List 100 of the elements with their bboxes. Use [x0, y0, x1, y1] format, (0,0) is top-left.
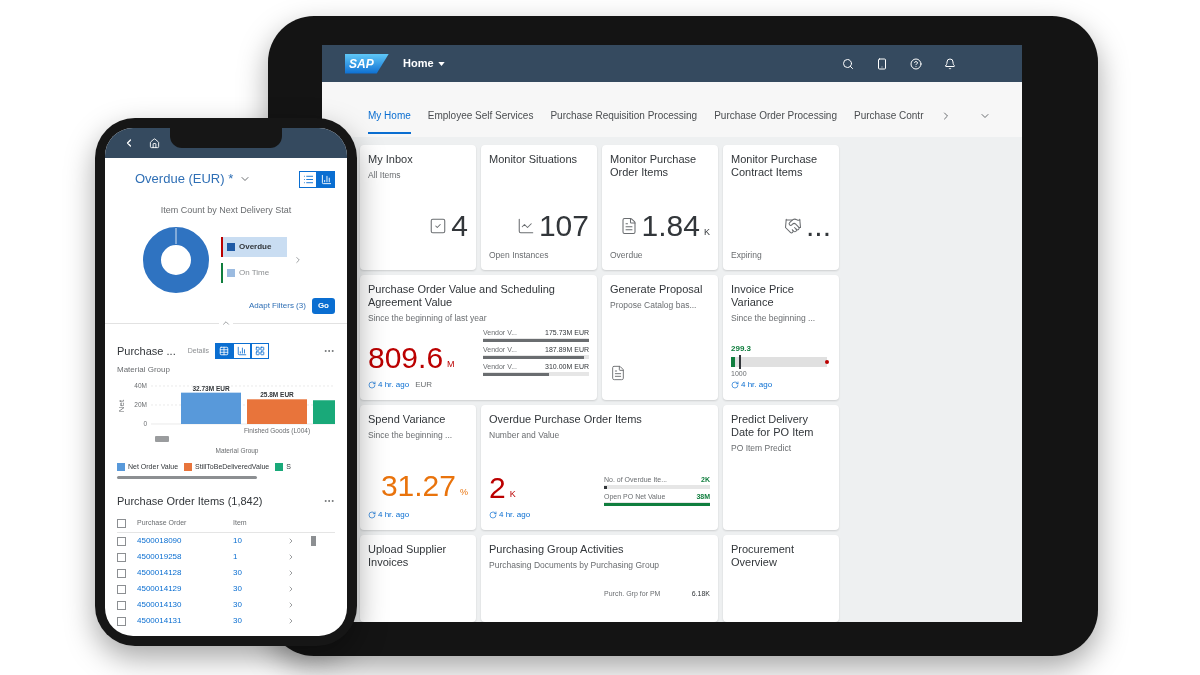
tab[interactable]: Employee Self Services [427, 104, 534, 134]
grid-icon [255, 346, 266, 356]
adapt-filters-link[interactable]: Adapt Filters (3) [249, 300, 306, 312]
help-icon[interactable] [910, 57, 922, 70]
legend-item[interactable]: Overdue [221, 237, 287, 257]
checkbox[interactable] [117, 616, 126, 626]
tile-title: Procurement Overview [731, 543, 795, 569]
tile-footer: Open Instances [489, 249, 549, 261]
tile[interactable]: Upload Supplier Invoices [360, 535, 476, 622]
tile[interactable]: Procurement Overview [723, 535, 839, 622]
purchase-order-link[interactable]: 4500014129 [137, 583, 233, 595]
checkbox[interactable] [117, 519, 126, 528]
tile-subtitle: Since the beginning ... [731, 313, 817, 324]
table-cell-text: 30 [233, 567, 243, 579]
checkbox[interactable] [117, 600, 126, 610]
tile[interactable]: Predict Delivery Date for PO Item PO Item Predict [723, 405, 839, 530]
view-toggle[interactable] [251, 343, 270, 359]
chevron-right-icon[interactable] [293, 255, 303, 265]
document-icon [610, 364, 626, 382]
kpi-unit: K [704, 226, 710, 238]
kpi-unit: % [460, 486, 468, 498]
tile-subtitle: All Items [368, 170, 402, 181]
view-toggle[interactable] [233, 343, 252, 359]
checkbox[interactable] [117, 552, 126, 562]
view-toggle[interactable] [317, 170, 335, 188]
bar-chart-icon [320, 173, 332, 185]
tab[interactable]: My Home [368, 104, 411, 134]
purchase-order-link[interactable]: 4500014128 [137, 567, 233, 579]
checkbox[interactable] [117, 536, 126, 546]
purchase-order-link[interactable]: 4500014131 [137, 615, 233, 627]
tile-subtitle: Since the beginning of last year [368, 313, 488, 324]
card-title: Purchase ... [117, 343, 176, 359]
tab[interactable]: Purchase Requisition Processing [550, 104, 698, 134]
tile-footer: Overdue [610, 249, 643, 261]
kpi-value: 1.84 [641, 210, 700, 242]
checkbox[interactable] [117, 584, 126, 594]
bell-icon[interactable] [944, 57, 956, 70]
list-icon [302, 173, 314, 185]
handshake-icon [784, 217, 802, 235]
refresh-time: 4 hr. ago [378, 510, 410, 520]
kpi-value: 31.27 [380, 470, 456, 502]
refresh-icon [368, 511, 376, 519]
table-cell-text: 1 [233, 551, 239, 563]
line-chart-icon [516, 217, 535, 235]
tab[interactable]: Purchase Order Processing [714, 104, 837, 134]
tile-title: Monitor Purchase Contract Items [731, 153, 819, 179]
table-cell-text: 30 [233, 599, 243, 611]
home-menu[interactable]: Home [403, 55, 445, 72]
view-toggle[interactable] [299, 170, 317, 188]
scrollbar[interactable] [117, 476, 257, 479]
refresh-time: 4 hr. ago [741, 380, 773, 390]
tile[interactable]: Monitor Purchase Contract Items ... Expiring [723, 145, 839, 270]
table-cell-text: 30 [233, 583, 243, 595]
tile[interactable]: Spend Variance Since the beginning ... 31.27% 4 hr. ago [360, 405, 476, 530]
tile-title: Spend Variance [368, 413, 447, 426]
tile[interactable]: Monitor Purchase Order Items 1.84 K Overdue [602, 145, 718, 270]
tile-title: My Inbox [368, 153, 414, 166]
legend-item[interactable]: On Time [221, 263, 287, 283]
tile-subtitle: Purchasing Documents by Purchasing Group [489, 560, 661, 571]
tile-title: Upload Supplier Invoices [368, 543, 448, 569]
checkbox[interactable] [117, 568, 126, 578]
checkbox-tick-icon [429, 217, 448, 235]
tile[interactable]: My Inbox All Items 4 [360, 145, 476, 270]
go-button[interactable]: Go [311, 298, 335, 314]
donut-chart [143, 227, 209, 293]
home-icon[interactable] [149, 137, 160, 149]
caret-icon [437, 61, 445, 66]
kpi-value: 107 [538, 210, 589, 242]
phone-icon[interactable] [876, 57, 888, 70]
bullet-value: 299.3 [731, 344, 753, 354]
table-cell-text: 10 [233, 535, 243, 547]
tile-title: Purchase Order Value and Scheduling Agreement Value [368, 283, 556, 309]
variant-title[interactable]: Overdue (EUR) * [135, 169, 234, 189]
kpi-unit: M [447, 358, 455, 370]
tile-title: Monitor Situations [489, 153, 579, 166]
purchase-order-link[interactable]: 4500018090 [137, 535, 233, 547]
target-marker-icon [739, 355, 741, 369]
table-icon [219, 346, 230, 356]
scroll-thumb[interactable] [311, 536, 316, 546]
tile[interactable]: Monitor Situations 107 Open Instances [481, 145, 597, 270]
search-icon[interactable] [842, 57, 854, 70]
tile[interactable]: Generate Proposal Propose Catalog bas... [602, 275, 718, 400]
tile-title: Purchasing Group Activities [489, 543, 625, 556]
refresh-icon [489, 511, 497, 519]
collapse-icon[interactable] [221, 318, 231, 328]
purchase-order-link[interactable]: 4500014130 [137, 599, 233, 611]
table-cell-text: 30 [233, 615, 243, 627]
document-icon [619, 217, 638, 235]
tab[interactable]: Purchase Contr [854, 104, 924, 134]
kpi-value: 4 [451, 210, 468, 242]
view-toggle[interactable] [215, 343, 234, 359]
tile-title: Overdue Purchase Order Items [489, 413, 643, 426]
tile-subtitle: PO Item Predict [731, 443, 792, 454]
refresh-icon [368, 381, 376, 389]
purchase-order-link[interactable]: 4500019258 [137, 551, 233, 563]
kpi-value: 809.6 [368, 342, 444, 374]
refresh-time: 4 hr. ago [378, 380, 410, 390]
tile-subtitle: Number and Value [489, 430, 561, 441]
card-subtitle: Material Group [117, 364, 171, 376]
refresh-icon [731, 381, 739, 389]
